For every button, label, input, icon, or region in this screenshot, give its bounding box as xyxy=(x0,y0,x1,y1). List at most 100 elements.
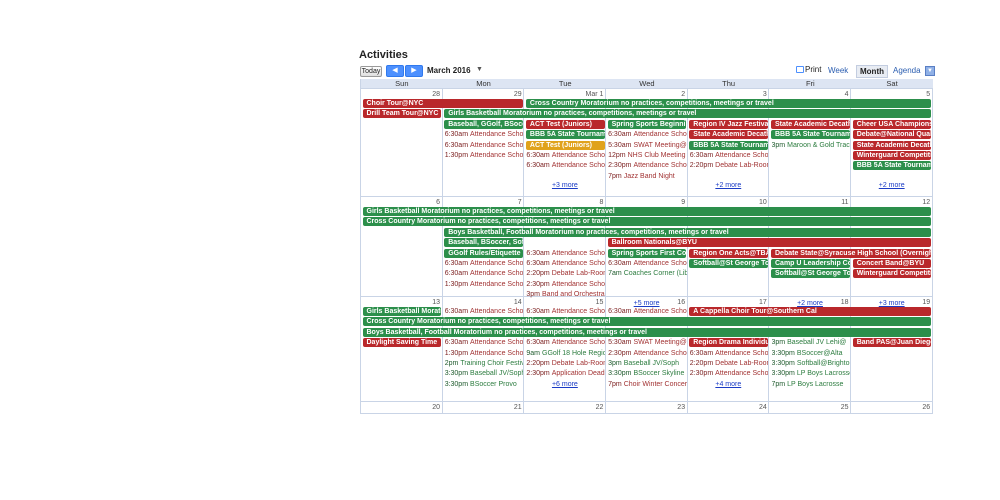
day-number[interactable]: 26 xyxy=(851,403,930,412)
timed-event[interactable]: 7pm LP Boys Lacrosse xyxy=(772,380,851,390)
day-number[interactable]: 5 xyxy=(851,90,930,99)
day-number[interactable]: 7 xyxy=(443,198,522,207)
day-number[interactable]: 2 xyxy=(606,90,685,99)
day-cell[interactable]: 24 xyxy=(688,402,770,413)
event-bar[interactable]: Region Drama Individuals xyxy=(689,338,768,348)
timed-event[interactable]: 2:30pm Attendance School xyxy=(526,280,605,290)
day-number[interactable]: 12 xyxy=(851,198,930,207)
timed-event[interactable]: 2:20pm Debate Lab-Room xyxy=(526,359,605,369)
timed-event[interactable]: 7pm Choir Winter Concert xyxy=(608,380,687,390)
event-bar[interactable]: Region One Acts@TBA xyxy=(689,248,768,258)
event-bar[interactable]: Choir Tour@NYC xyxy=(362,99,523,108)
event-bar[interactable]: Cross Country Moratorium no practices, c… xyxy=(362,217,932,227)
timed-event[interactable]: 2:30pmApplication Deadline xyxy=(526,369,605,379)
day-number[interactable]: 24 xyxy=(688,403,767,412)
event-bar[interactable]: Daylight Saving Time xyxy=(362,338,442,348)
day-number[interactable]: 6 xyxy=(361,198,440,207)
event-bar[interactable]: Cross Country Moratorium no practices, c… xyxy=(362,317,932,327)
timed-event[interactable]: 3:30pm LP Boys Lacrosse xyxy=(772,369,851,379)
timed-event[interactable]: 6:30am Attendance School xyxy=(608,259,687,269)
day-number[interactable]: 25 xyxy=(770,403,849,412)
event-bar[interactable]: Debate State@Syracuse High School (Overn… xyxy=(771,248,932,258)
timed-event[interactable]: 2:20pm Debate Lab-Room xyxy=(526,269,605,279)
event-bar[interactable]: GGolf Rules/Etiquette xyxy=(444,248,523,258)
event-bar[interactable]: Softball@St George Tournament xyxy=(689,259,768,268)
day-cell[interactable]: 23 xyxy=(606,402,688,413)
day-cell[interactable]: 22 xyxy=(524,402,607,413)
event-bar[interactable]: ACT Test (Juniors) xyxy=(525,119,605,129)
event-bar[interactable]: BBB 5A State Tournament xyxy=(525,130,605,140)
event-bar[interactable]: Girls Basketball Moratorium xyxy=(362,307,442,316)
day-cell[interactable]: 25 xyxy=(770,402,852,413)
timed-event[interactable]: 3:30pm Baseball JV/Soph xyxy=(445,369,524,379)
tab-week[interactable]: Week xyxy=(825,65,851,78)
timed-event[interactable]: 5:30amSWAT Meeting@Library xyxy=(608,338,687,348)
tab-agenda[interactable]: Agenda xyxy=(890,65,924,78)
timed-event[interactable]: 2:30pm Attendance School xyxy=(608,161,687,171)
tab-month[interactable]: Month xyxy=(856,65,888,78)
event-bar[interactable]: Girls Basketball Moratorium no practices… xyxy=(444,109,932,119)
more-events-link[interactable]: +2 more xyxy=(688,181,769,190)
day-number[interactable]: 22 xyxy=(524,403,604,412)
print-button[interactable]: Print xyxy=(796,65,821,74)
day-cell[interactable]: 26 xyxy=(851,402,933,413)
timed-event[interactable]: 6:30am Attendance School xyxy=(608,307,687,317)
day-number[interactable]: 28 xyxy=(361,90,440,99)
day-number[interactable]: 11 xyxy=(770,198,848,207)
timed-event[interactable]: 6:30am Attendance School xyxy=(445,130,524,140)
timed-event[interactable]: 6:30am Attendance School xyxy=(608,130,687,140)
event-bar[interactable]: State Academic Decathlon xyxy=(689,130,768,140)
timed-event[interactable]: 6:30am Attendance School xyxy=(690,151,769,161)
timed-event[interactable]: 3:30pm BSoccer Provo xyxy=(445,380,524,390)
day-number[interactable]: 13 xyxy=(361,298,440,307)
timed-event[interactable]: 6:30am Attendance School xyxy=(526,338,605,348)
timed-event[interactable]: 9am GGolf 18 Hole Region xyxy=(526,349,605,359)
day-number[interactable]: 17 xyxy=(688,298,767,307)
timed-event[interactable]: 6:30am Attendance School xyxy=(526,259,605,269)
timed-event[interactable]: 1:30pm Attendance School xyxy=(445,151,524,161)
next-month-button[interactable]: ▶ xyxy=(405,65,423,77)
event-bar[interactable]: BBB 5A State Tournament xyxy=(771,130,850,140)
timed-event[interactable]: 6:30am Attendance School xyxy=(526,151,605,161)
event-bar[interactable]: Concert Band@BYU xyxy=(852,259,932,268)
more-events-link[interactable]: +6 more xyxy=(524,380,605,389)
event-bar[interactable]: BBB 5A State Tournament xyxy=(852,161,932,171)
event-bar[interactable]: ACT Test (Juniors) xyxy=(525,140,605,150)
prev-month-button[interactable]: ◀ xyxy=(386,65,404,77)
timed-event[interactable]: 1:30pm Attendance School xyxy=(445,280,524,290)
event-bar[interactable]: Cross Country Moratorium no practices, c… xyxy=(525,99,932,108)
day-number[interactable]: 16 xyxy=(606,298,685,307)
timed-event[interactable]: 6:30am Attendance School xyxy=(690,349,769,359)
more-events-link[interactable]: +2 more xyxy=(851,181,932,190)
timed-event[interactable]: 6:30am Attendance School xyxy=(526,307,605,317)
timed-event[interactable]: 2pm Training Choir Festival xyxy=(445,359,524,369)
event-bar[interactable]: Band PAS@Juan Diego xyxy=(852,338,932,348)
timed-event[interactable]: 6:30am Attendance School xyxy=(445,269,524,279)
event-bar[interactable]: Softball@St George Tournament xyxy=(771,269,850,279)
day-number[interactable]: 21 xyxy=(443,403,522,412)
timed-event[interactable]: 2:30pm Attendance School xyxy=(608,349,687,359)
timed-event[interactable]: 1:30pm Attendance School xyxy=(445,349,524,359)
day-number[interactable]: 3 xyxy=(688,90,767,99)
event-bar[interactable]: Baseball, GGolf, BSoccer xyxy=(444,119,523,129)
day-cell[interactable]: 21 xyxy=(443,402,525,413)
timed-event[interactable]: 12pm NHS Club Meeting xyxy=(608,151,687,161)
day-number[interactable]: 29 xyxy=(443,90,522,99)
day-number[interactable]: 23 xyxy=(606,403,685,412)
day-number[interactable]: Mar 1 xyxy=(524,90,603,99)
event-bar[interactable]: Debate@National Qualifier xyxy=(852,130,932,140)
event-bar[interactable]: State Academic Decathlon xyxy=(852,140,932,150)
timed-event[interactable]: 7amCoaches Corner (Library) xyxy=(608,269,687,279)
timed-event[interactable]: 7pm Jazz Band Night xyxy=(608,172,687,182)
event-bar[interactable]: Winterguard Competition xyxy=(852,269,932,279)
event-bar[interactable]: Girls Basketball Moratorium no practices… xyxy=(362,207,932,216)
timed-event[interactable]: 6:30am Attendance School xyxy=(526,249,605,259)
event-bar[interactable]: Ballroom Nationals@BYU xyxy=(607,238,932,248)
timed-event[interactable]: 6:30am Attendance School xyxy=(445,141,524,151)
event-bar[interactable]: BBB 5A State Tournament xyxy=(689,140,768,150)
day-number[interactable]: 9 xyxy=(606,198,685,207)
event-bar[interactable]: Winterguard Competition xyxy=(852,151,932,160)
timed-event[interactable]: 3:30pm BSoccer@Alta xyxy=(772,349,851,359)
event-bar[interactable]: Cheer USA Championship xyxy=(852,119,932,129)
event-bar[interactable]: A Cappella Choir Tour@Southern Cal xyxy=(689,307,932,316)
